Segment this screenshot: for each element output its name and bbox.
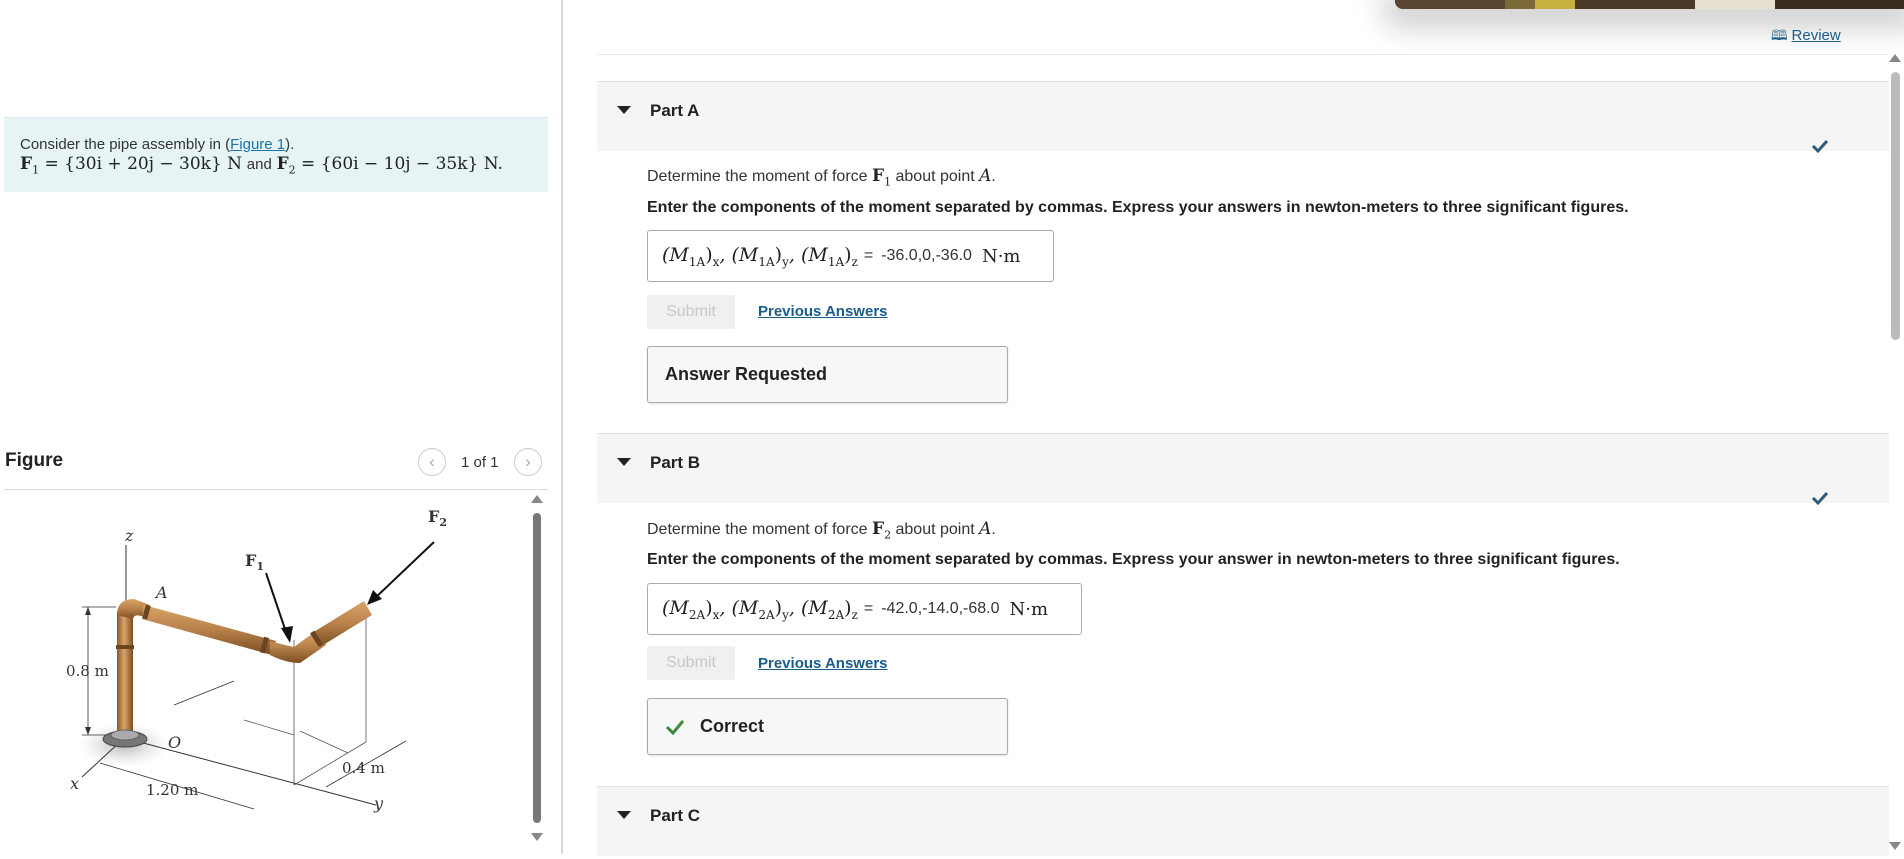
figure-scroll-thumb[interactable] <box>533 513 541 823</box>
part-a-header[interactable]: Part A <box>597 81 1889 151</box>
construction-line <box>243 719 295 736</box>
f1-label: F1 <box>245 551 264 573</box>
a-label: A <box>154 583 168 602</box>
part-b-unit: N·m <box>1009 598 1049 620</box>
problem-intro: Consider the pipe assembly in (Figure 1)… <box>4 117 548 192</box>
construction-line <box>173 680 235 706</box>
width-label: 0.4 m <box>342 759 385 777</box>
equals-sign: = <box>863 600 874 617</box>
checkmark-icon <box>665 719 685 735</box>
caret-down-icon[interactable] <box>617 458 631 466</box>
part-b-feedback-text: Correct <box>700 716 765 736</box>
pipe-diagram: z A F1 F2 0.8 m O x 1.20 m 0.4 m y <box>66 507 447 813</box>
part-a-feedback: Answer Requested <box>647 346 1008 403</box>
part-c-header[interactable]: Part C <box>597 786 1889 856</box>
f1-expression: F1 = {30i + 20j − 30k} N <box>20 154 243 177</box>
intro-line-1: Consider the pipe assembly in (Figure 1)… <box>20 135 548 154</box>
part-b-submit-button[interactable]: Submit <box>647 646 735 680</box>
part-a-unit: N·m <box>981 245 1021 267</box>
part-c-title: Part C <box>650 806 701 825</box>
right-pane: 🕮 Review Part A Determine the moment of f… <box>565 0 1904 856</box>
chevron-left-icon: ‹ <box>429 452 435 471</box>
x-label: x <box>70 774 79 793</box>
intro-forces: F1 = {30i + 20j − 30k} N and F2 = {60i −… <box>20 154 548 179</box>
part-a-submit-button[interactable]: Submit <box>647 295 735 329</box>
intro-text: Consider the pipe assembly in ( <box>20 136 231 153</box>
checkmark-icon <box>1811 491 1829 506</box>
part-a-prompt: Determine the moment of force F1 about p… <box>647 166 996 189</box>
equals-sign: = <box>863 247 874 264</box>
intro-text-end: ). <box>285 136 295 153</box>
part-b-title: Part B <box>650 453 701 472</box>
f2-label: F2 <box>428 507 447 529</box>
chevron-right-icon: › <box>525 452 531 471</box>
checkmark-icon <box>1811 139 1829 154</box>
video-thumbnail[interactable] <box>1395 0 1904 9</box>
book-icon: 🕮 <box>1771 27 1788 43</box>
page-scrollbar[interactable] <box>1886 50 1904 854</box>
pipe-segment-1 <box>142 605 276 655</box>
part-a-previous-answers-link[interactable]: Previous Answers <box>758 303 888 320</box>
pipe-segment-2 <box>312 601 372 647</box>
f2-arrow <box>373 541 435 600</box>
part-b-prompt: Determine the moment of force F2 about p… <box>647 519 996 542</box>
part-a-answer-field[interactable]: (M1A)x, (M1A)y, (M1A)z = -36.0,0,-36.0 N… <box>647 230 1054 282</box>
caret-down-icon[interactable] <box>617 106 631 114</box>
figure-scrollbar[interactable] <box>530 495 544 854</box>
next-figure-button[interactable]: › <box>514 448 542 476</box>
vertical-pipe <box>117 611 133 735</box>
o-label: O <box>168 733 181 752</box>
y-label: y <box>373 794 384 813</box>
figure-pager-text: 1 of 1 <box>461 454 499 471</box>
part-b-previous-answers-link[interactable]: Previous Answers <box>758 655 888 672</box>
scroll-up-icon[interactable] <box>531 495 543 503</box>
scroll-down-icon[interactable] <box>531 833 543 841</box>
part-b-answer-value[interactable]: -42.0,-14.0,-68.0 <box>881 600 999 618</box>
review-link[interactable]: 🕮 Review <box>1771 25 1841 49</box>
figure-header: Figure ‹ 1 of 1 › <box>4 440 548 490</box>
f2-expression: F2 = {60i − 10j − 35k} N. <box>276 154 503 177</box>
prev-figure-button[interactable]: ‹ <box>418 448 446 476</box>
part-b-answer-field[interactable]: (M2A)x, (M2A)y, (M2A)z = -42.0,-14.0,-68… <box>647 583 1082 635</box>
height-label: 0.8 m <box>66 662 109 680</box>
f1-arrow <box>265 572 288 636</box>
divider <box>597 54 1889 55</box>
part-b-answer-label: (M2A)x, (M2A)y, (M2A)z <box>662 596 858 622</box>
scroll-up-icon[interactable] <box>1889 54 1901 62</box>
figure-link[interactable]: Figure 1 <box>230 136 285 153</box>
part-b-header[interactable]: Part B <box>597 433 1889 503</box>
part-b-instruction: Enter the components of the moment separ… <box>647 551 1620 568</box>
page-scroll-thumb[interactable] <box>1891 72 1900 340</box>
construction-line <box>299 730 349 754</box>
part-a-feedback-text: Answer Requested <box>665 364 828 384</box>
part-a-answer-label: (M1A)x, (M1A)y, (M1A)z <box>662 243 858 269</box>
and-text: and <box>246 156 272 173</box>
pipe-assembly-figure: z A F1 F2 0.8 m O x 1.20 m 0.4 m y <box>4 495 524 854</box>
part-a-answer-value[interactable]: -36.0,0,-36.0 <box>881 247 972 265</box>
scroll-down-icon[interactable] <box>1889 842 1901 850</box>
left-pane: Consider the pipe assembly in (Figure 1)… <box>0 0 563 854</box>
figure-title: Figure <box>5 450 64 471</box>
caret-down-icon[interactable] <box>617 811 631 819</box>
part-b-feedback: Correct <box>647 698 1008 755</box>
part-a-instruction: Enter the components of the moment separ… <box>647 199 1629 216</box>
length-label: 1.20 m <box>146 781 198 799</box>
part-a-title: Part A <box>650 101 700 120</box>
z-label: z <box>124 526 134 545</box>
